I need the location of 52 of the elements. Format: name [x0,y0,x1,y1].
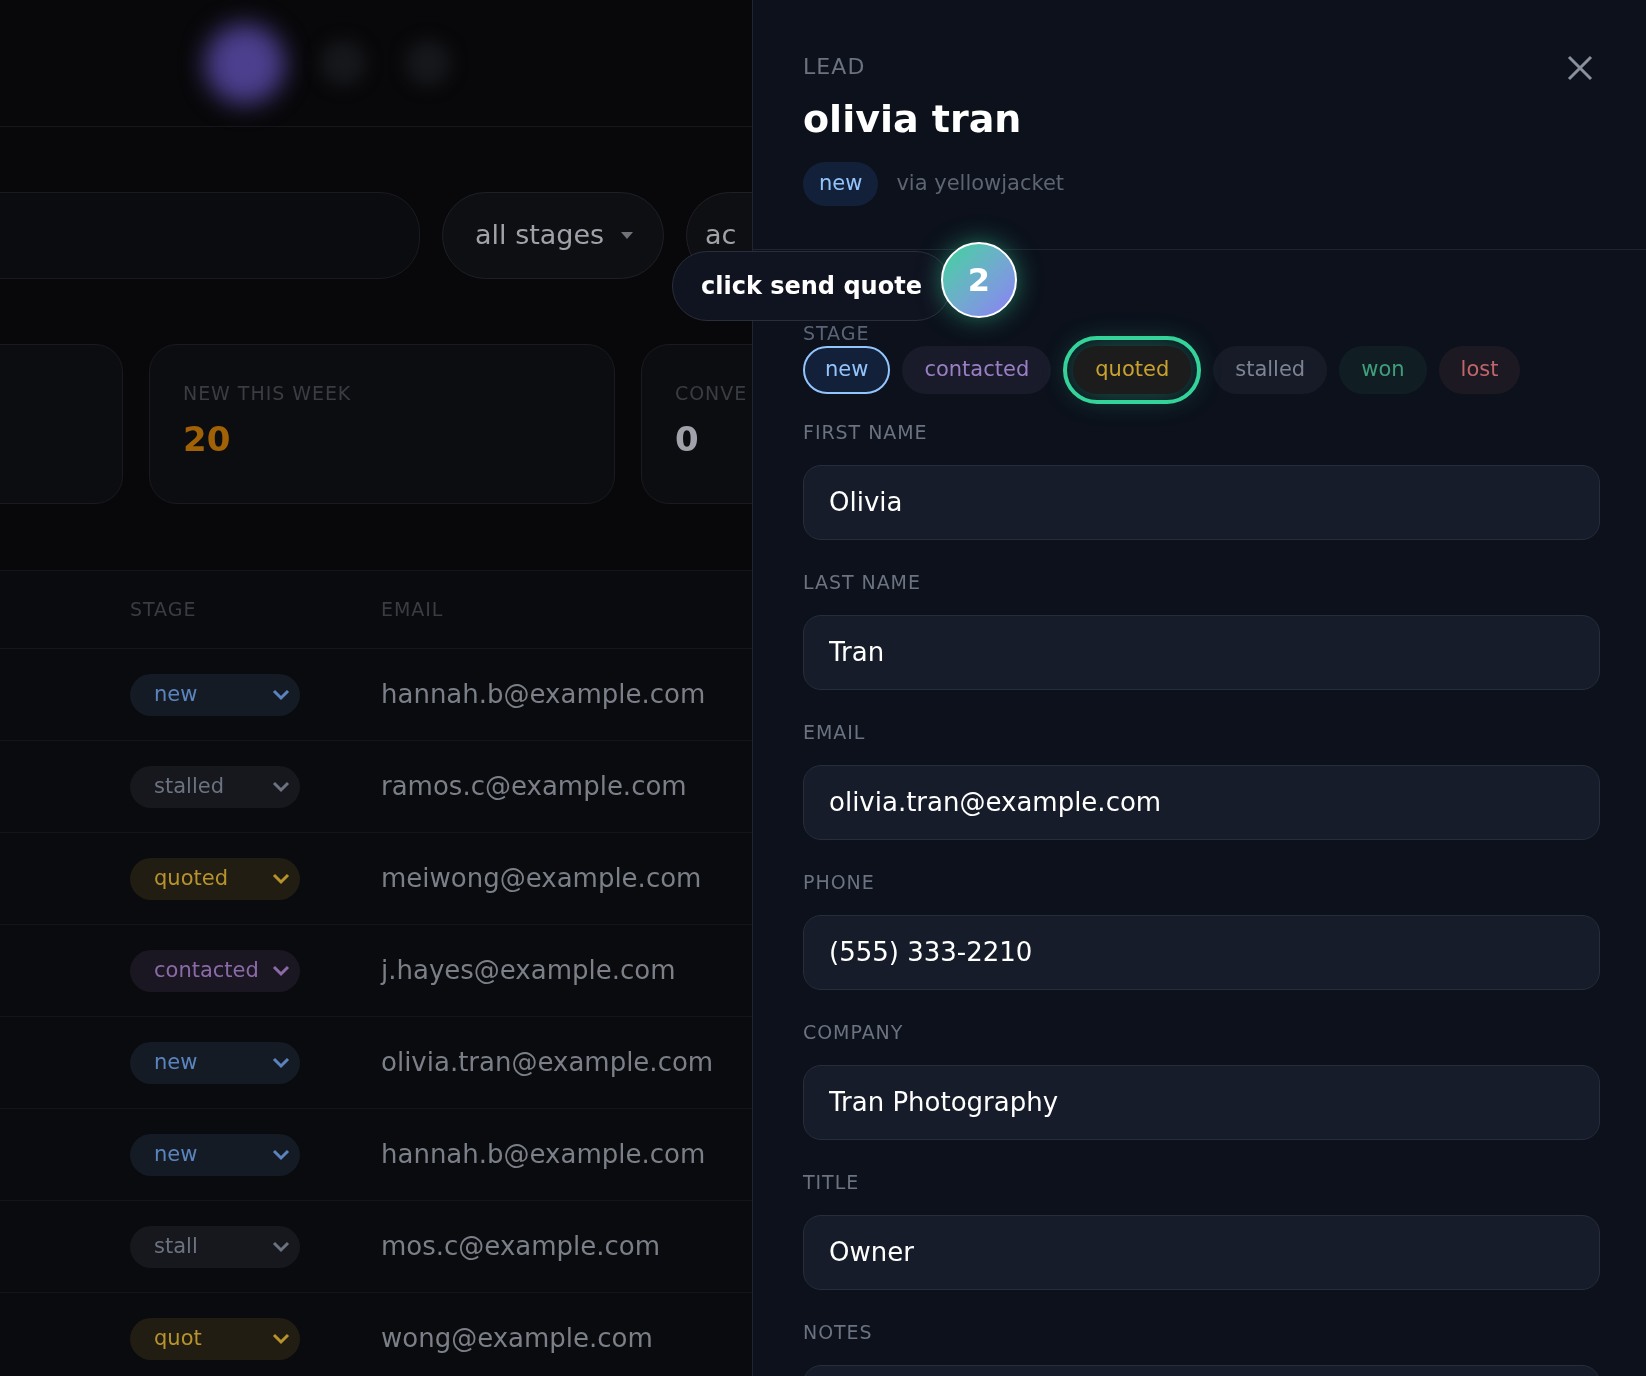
chevron-down-icon [272,1240,290,1253]
field-label: NOTES [803,1320,874,1345]
chevron-down-icon [272,872,290,885]
email-cell-text: ramos.c@example.com [381,770,687,803]
text-field[interactable]: (555) 333-2210 [803,914,1600,990]
email-cell-text: olivia.tran@example.com [381,1046,714,1079]
chevron-down-icon [272,1148,290,1161]
stage-chip[interactable]: contacted [902,346,1052,394]
stage-select[interactable]: stalled [130,765,300,808]
text-field[interactable]: Olivia [803,464,1600,540]
chevron-down-icon [272,1332,290,1345]
text-field[interactable]: Tran Photography [803,1064,1600,1140]
chevron-down-icon [272,964,290,977]
stage-select[interactable]: contacted [130,949,300,992]
field-label: TITLE [803,1170,861,1195]
stage-badge: new [803,162,879,206]
email-cell-text: j.hayes@example.com [381,954,676,987]
email-cell-text: meiwong@example.com [381,862,702,895]
stage-chip[interactable]: stalled [1213,346,1328,394]
field-label: EMAIL [803,720,867,745]
field-label: FIRST NAME [803,420,929,445]
chevron-down-icon [272,1056,290,1069]
email-cell-text: hannah.b@example.com [381,678,706,711]
eyebrow-label: LEAD [803,53,866,81]
close-icon [1566,54,1594,82]
caret-icon [621,232,633,239]
stage-chip[interactable]: new [803,346,891,394]
email-cell-text: mos.c@example.com [381,1230,661,1263]
text-field[interactable]: olivia.tran@example.com [803,764,1600,840]
stage-select[interactable]: new [130,1133,300,1176]
field-label: PHONE [803,870,876,895]
chevron-down-icon [272,780,290,793]
field-label: LAST NAME [803,570,922,595]
email-cell-text: wong@example.com [381,1322,653,1355]
text-field[interactable]: Owner [803,1214,1600,1290]
lead-title: olivia tran [803,96,1023,143]
text-field[interactable]: Tran [803,614,1600,690]
email-cell-text: hannah.b@example.com [381,1138,706,1171]
chevron-down-icon [272,688,290,701]
stage-select[interactable]: stall [130,1225,300,1268]
stage-select[interactable]: quoted [130,857,300,900]
stage-select[interactable]: new [130,673,300,716]
field-label: COMPANY [803,1020,905,1045]
stage-dropdown[interactable]: all stages [442,192,664,279]
stage-chip[interactable]: won [1339,346,1427,394]
source-text: via yellowjacket [896,170,1065,197]
stat-value: 20 [183,421,232,456]
stat-value: 0 [675,421,700,456]
field-label: STAGE [803,322,870,344]
stage-chip[interactable]: lost [1438,346,1521,394]
stage-select[interactable]: new [130,1041,300,1084]
stage-select[interactable]: quot [130,1317,300,1360]
